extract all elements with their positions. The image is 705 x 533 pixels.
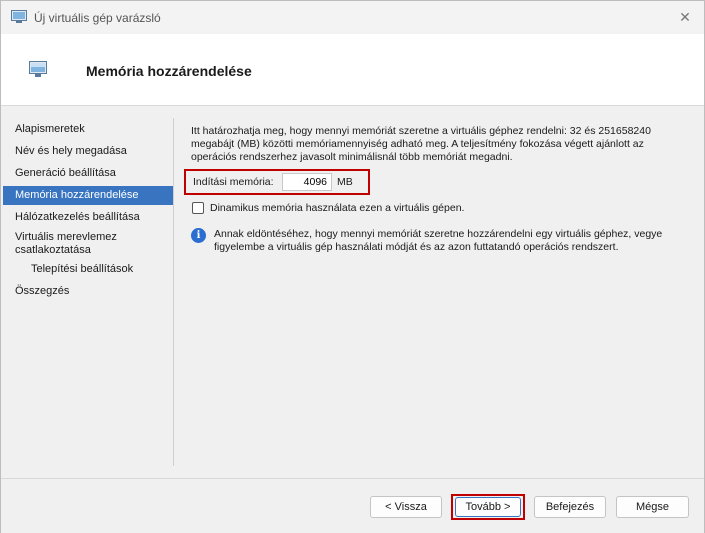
sidebar-item-networking[interactable]: Hálózatkezelés beállítása <box>3 208 173 227</box>
main-content: Itt határozhatja meg, hogy mennyi memóri… <box>179 107 704 478</box>
sidebar-item-virtual-disk[interactable]: Virtuális merevlemez csatlakoztatása <box>3 230 173 258</box>
window-title: Új virtuális gép varázsló <box>34 11 161 25</box>
info-text: Annak eldöntéséhez, hogy mennyi memóriát… <box>214 228 663 253</box>
startup-memory-input[interactable] <box>282 173 332 191</box>
close-icon[interactable]: ✕ <box>674 6 696 28</box>
button-bar: < Vissza Tovább > Befejezés Mégse <box>1 478 704 533</box>
page-title: Memória hozzárendelése <box>86 63 252 79</box>
startup-memory-unit: MB <box>337 176 353 188</box>
sidebar-item-memory[interactable]: Memória hozzárendelése <box>3 186 173 205</box>
wizard-window: Új virtuális gép varázsló ✕ Memória hozz… <box>0 0 705 533</box>
title-bar: Új virtuális gép varázsló ✕ <box>1 1 704 34</box>
startup-memory-label: Indítási memória: <box>193 176 274 188</box>
info-icon: i <box>191 228 206 243</box>
intro-text: Itt határozhatja meg, hogy mennyi memóri… <box>191 125 651 163</box>
page-header: Memória hozzárendelése <box>1 34 704 106</box>
finish-button[interactable]: Befejezés <box>534 496 606 518</box>
sidebar-item-virtual-disk-line2: csatlakoztatása <box>15 244 91 256</box>
startup-memory-row: Indítási memória: MB <box>184 169 370 195</box>
virtual-machine-icon <box>11 10 27 23</box>
dynamic-memory-label[interactable]: Dinamikus memória használata ezen a virt… <box>210 202 464 214</box>
dynamic-memory-checkbox[interactable] <box>192 202 204 214</box>
sidebar-item-basics[interactable]: Alapismeretek <box>3 120 173 139</box>
next-button[interactable]: Tovább > <box>455 497 521 517</box>
sidebar-item-virtual-disk-line1: Virtuális merevlemez <box>15 231 117 243</box>
next-button-highlight: Tovább > <box>451 494 525 520</box>
sidebar-item-summary[interactable]: Összegzés <box>3 282 173 301</box>
sidebar-item-install-options[interactable]: Telepítési beállítások <box>3 260 173 279</box>
cancel-button[interactable]: Mégse <box>616 496 689 518</box>
sidebar-item-generation[interactable]: Generáció beállítása <box>3 164 173 183</box>
sidebar-item-name-location[interactable]: Név és hely megadása <box>3 142 173 161</box>
back-button[interactable]: < Vissza <box>370 496 442 518</box>
sidebar-divider <box>173 118 174 466</box>
memory-page-icon <box>29 61 47 77</box>
wizard-steps-sidebar: Alapismeretek Név és hely megadása Gener… <box>1 107 177 478</box>
